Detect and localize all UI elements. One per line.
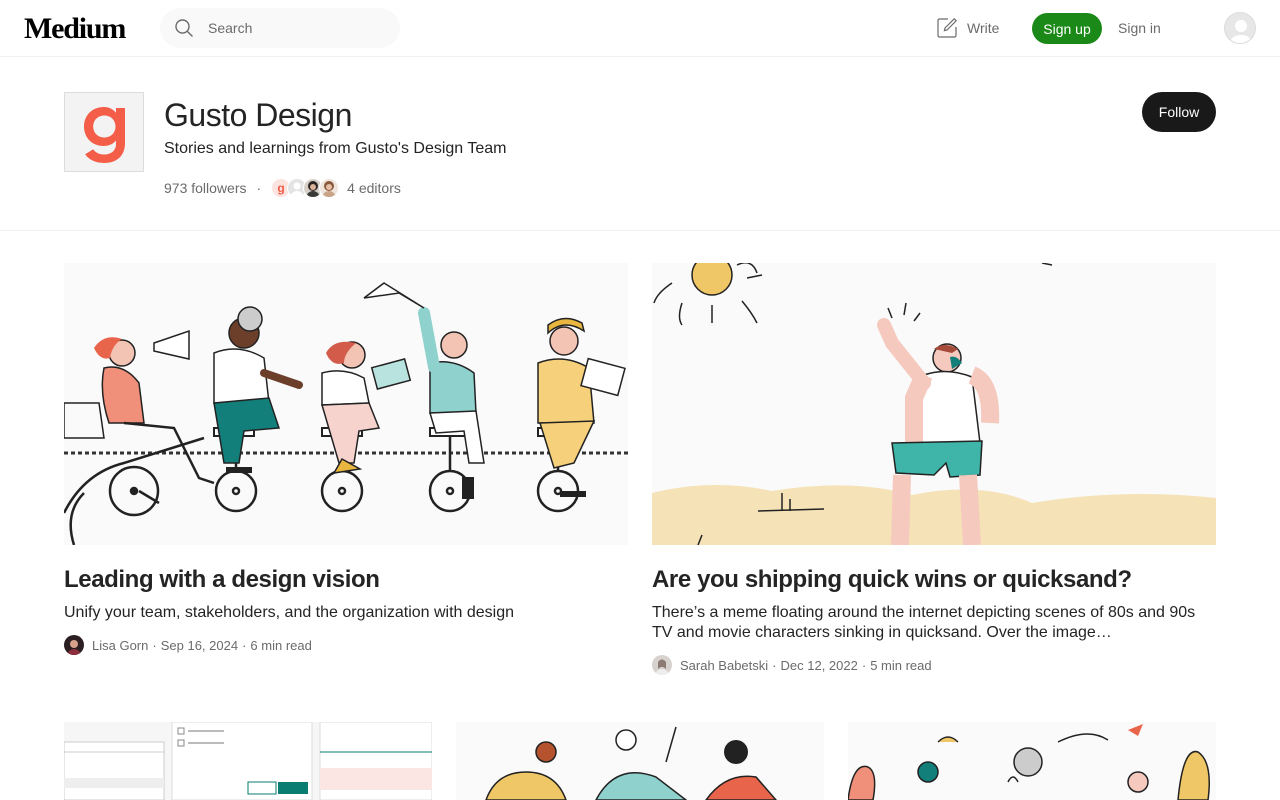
separator-dot: · — [242, 637, 247, 653]
separator-dot: · — [861, 657, 867, 673]
story-hero-image[interactable] — [652, 263, 1216, 545]
search-box[interactable] — [160, 8, 400, 48]
publication-header: Gusto Design Stories and learnings from … — [0, 57, 1280, 231]
story-hero-image[interactable] — [64, 263, 628, 545]
story-card[interactable]: Leading with a design vision Unify your … — [64, 263, 628, 655]
story-byline: Lisa Gorn · Sep 16, 2024 · 6 min read — [64, 635, 628, 655]
publication-meta: 973 followers · g 4 editors — [164, 176, 401, 200]
read-time: 5 min read — [870, 657, 932, 673]
story-date: Dec 12, 2022 — [780, 657, 858, 673]
svg-text:g: g — [278, 181, 285, 195]
story-thumbnail[interactable] — [848, 722, 1216, 800]
team-illustration-thumbnail — [456, 722, 824, 800]
editors-count[interactable]: 4 editors — [347, 180, 401, 196]
author-avatar[interactable] — [652, 655, 672, 675]
author-avatar[interactable] — [64, 635, 84, 655]
search-icon — [175, 19, 193, 37]
user-avatar[interactable] — [1224, 12, 1256, 44]
story-title[interactable]: Leading with a design vision — [64, 565, 628, 595]
author-name[interactable]: Sarah Babetski — [680, 658, 768, 673]
story-title[interactable]: Are you shipping quick wins or quicksand… — [652, 565, 1216, 595]
story-subtitle[interactable]: Unify your team, stakeholders, and the o… — [64, 603, 628, 623]
gusto-logo-icon — [84, 107, 125, 163]
publication-name[interactable]: Gusto Design — [164, 97, 352, 134]
editor-avatar — [319, 178, 340, 198]
medium-logo[interactable]: Medium — [24, 12, 126, 46]
publication-logo[interactable] — [64, 92, 144, 172]
default-avatar-icon — [1229, 20, 1253, 43]
followers-count[interactable]: 973 followers — [164, 180, 247, 196]
sign-in-link[interactable]: Sign in — [1118, 20, 1161, 36]
story-thumbnail[interactable] — [456, 722, 824, 800]
story-byline: Sarah Babetski · Dec 12, 2022 · 5 min re… — [652, 655, 1216, 675]
bicycle-team-illustration — [64, 263, 628, 545]
write-label: Write — [967, 20, 1000, 36]
top-navigation: Medium Write Sign up Sign in — [0, 0, 1280, 57]
quicksand-illustration — [652, 263, 1216, 545]
follow-button[interactable]: Follow — [1142, 92, 1216, 132]
editor-avatars[interactable]: g — [271, 178, 340, 198]
separator-dot: · — [152, 637, 157, 653]
write-icon — [937, 17, 958, 38]
story-thumbnail[interactable] — [64, 722, 432, 800]
publication-tagline: Stories and learnings from Gusto's Desig… — [164, 140, 507, 157]
separator-dot: · — [772, 657, 777, 673]
sign-up-button[interactable]: Sign up — [1032, 13, 1102, 44]
ui-components-thumbnail — [64, 722, 432, 800]
story-card[interactable]: Are you shipping quick wins or quicksand… — [652, 263, 1216, 675]
separator-dot: · — [256, 180, 262, 196]
write-link[interactable]: Write — [936, 16, 999, 40]
people-illustration-thumbnail — [848, 722, 1216, 800]
author-name[interactable]: Lisa Gorn — [92, 638, 148, 653]
read-time: 6 min read — [250, 637, 312, 653]
story-date: Sep 16, 2024 — [160, 637, 239, 653]
search-input[interactable] — [208, 8, 388, 48]
story-subtitle[interactable]: There’s a meme floating around the inter… — [652, 603, 1216, 643]
